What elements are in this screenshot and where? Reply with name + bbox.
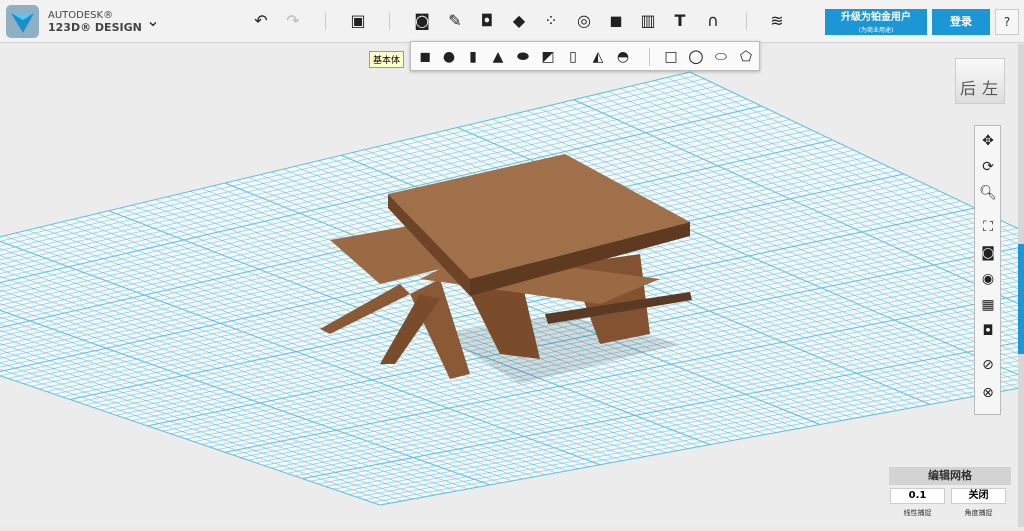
box-icon[interactable]: ◼	[415, 47, 435, 67]
material-icon[interactable]: ≋	[766, 10, 788, 32]
primitives-icon[interactable]: ◙	[411, 10, 433, 32]
edit-off-icon[interactable]: ⊗	[977, 382, 999, 404]
tooltip: 基本体	[369, 51, 405, 68]
new-object-icon[interactable]: ▣	[347, 10, 369, 32]
upgrade-sublabel: (为商业用途)	[858, 27, 894, 34]
product-name: 123D® DESIGN	[48, 21, 142, 34]
side-panel-strip[interactable]	[1018, 44, 1024, 527]
pan-icon[interactable]: ✥	[977, 130, 999, 152]
brand-name: AUTODESK®	[48, 10, 114, 21]
zoom-icon[interactable]: 🔍︎	[977, 182, 999, 204]
snap-icon[interactable]: ∩	[702, 10, 724, 32]
orbit-icon[interactable]: ⟳	[977, 156, 999, 178]
top-toolbar: AUTODESK® 123D® DESIGN ⌄ ↶ ↷ ▣ ◙ ✎ ◘ ◆ ⁘…	[0, 0, 1024, 43]
combine-icon[interactable]: ◼	[605, 10, 627, 32]
linear-snap-input[interactable]: 0.1	[890, 488, 945, 504]
wedge-icon[interactable]: ◩	[538, 47, 558, 67]
sphere-icon[interactable]: ●	[439, 47, 459, 67]
side-panel-toggle[interactable]	[1018, 244, 1024, 354]
edit-grid-panel: 编辑网格 0.1 关闭 线性捕捉 角度捕捉	[889, 467, 1011, 523]
cylinder-icon[interactable]: ▮	[463, 47, 483, 67]
modify-icon[interactable]: ◆	[508, 10, 530, 32]
group-icon[interactable]: ◎	[573, 10, 595, 32]
fit-icon[interactable]: ⛶	[977, 216, 999, 238]
screenshot-icon[interactable]: ◘	[977, 320, 999, 342]
view-cube-left[interactable]: 左	[982, 75, 998, 99]
rectangle-icon[interactable]: □	[661, 47, 681, 67]
primitives-flyout: ◼ ● ▮ ▲ ⬬ ◩ ▯ ◭ ◓ □ ○ ⬭ ⬠	[410, 41, 760, 71]
undo-icon[interactable]: ↶	[250, 10, 272, 32]
upgrade-label: 升级为铂金用户	[841, 12, 911, 23]
login-button[interactable]: 登录	[932, 9, 990, 35]
sketch-icon[interactable]: ✎	[444, 10, 466, 32]
linear-snap-label: 线性捕捉	[903, 509, 932, 517]
visibility-icon[interactable]: ◉	[977, 268, 999, 290]
view-cube[interactable]: 后 左	[955, 58, 1005, 104]
measure-icon[interactable]: ▥	[637, 10, 659, 32]
ellipse-icon[interactable]: ⬭	[711, 47, 731, 67]
app-menu-chevron-icon[interactable]: ⌄	[142, 10, 164, 32]
polygon-icon[interactable]: ⬠	[736, 47, 756, 67]
angular-snap-label: 角度捕捉	[964, 509, 993, 517]
pyramid-icon[interactable]: ◭	[588, 47, 608, 67]
view-cube-back[interactable]: 后	[960, 75, 976, 99]
prism-icon[interactable]: ▯	[563, 47, 583, 67]
circle-icon[interactable]: ○	[686, 47, 706, 67]
3d-viewport[interactable]	[0, 44, 1024, 527]
upgrade-button[interactable]: 升级为铂金用户 (为商业用途)	[825, 9, 927, 35]
text-icon[interactable]: T	[669, 10, 691, 32]
cone-icon[interactable]: ▲	[488, 47, 508, 67]
snap-off-icon[interactable]: ⊘	[977, 354, 999, 376]
app-logo[interactable]	[6, 5, 39, 38]
pattern-icon[interactable]: ⁘	[540, 10, 562, 32]
view-mode-icon[interactable]: ◙	[977, 242, 999, 264]
hemisphere-icon[interactable]: ◓	[613, 47, 633, 67]
construct-icon[interactable]: ◘	[476, 10, 498, 32]
torus-icon[interactable]: ⬬	[513, 47, 533, 67]
angular-snap-input[interactable]: 关闭	[951, 488, 1006, 504]
edit-grid-button[interactable]: 编辑网格	[889, 467, 1011, 485]
navigation-bar: ✥ ⟳ 🔍︎ ⛶ ◙ ◉ ▦ ◘ ⊘ ⊗	[974, 125, 1001, 415]
scene	[0, 71, 1024, 506]
help-button[interactable]: ?	[995, 9, 1019, 35]
redo-icon[interactable]: ↷	[282, 10, 304, 32]
material-visibility-icon[interactable]: ▦	[977, 294, 999, 316]
